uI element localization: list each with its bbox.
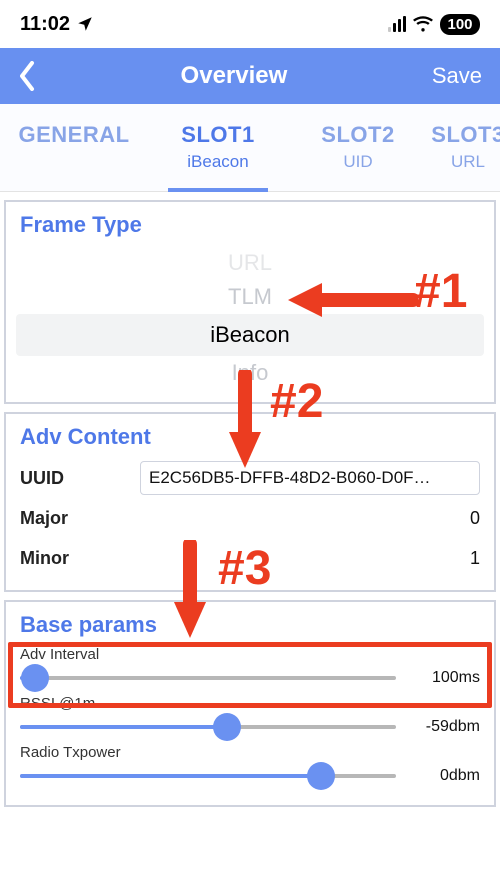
- rssi-label: RSSI @1m: [20, 695, 480, 712]
- back-button[interactable]: [18, 61, 36, 91]
- adv-content-card: Adv Content UUID E2C56DB5-DFFB-48D2-B060…: [4, 412, 496, 592]
- txpower-param: Radio Txpower 0dbm: [20, 744, 480, 785]
- battery-icon: 100: [440, 14, 480, 35]
- cellular-icon: [388, 16, 406, 32]
- tab-slot1[interactable]: SLOT1 iBeacon: [148, 122, 288, 191]
- frame-type-picker[interactable]: URL TLM iBeacon Info: [20, 246, 480, 390]
- adv-interval-param: Adv Interval 100ms: [20, 646, 480, 687]
- tab-label: SLOT1: [148, 122, 288, 148]
- adv-content-title: Adv Content: [20, 424, 480, 450]
- uuid-row: UUID E2C56DB5-DFFB-48D2-B060-D0F…: [20, 458, 480, 498]
- rssi-value: -59dbm: [410, 718, 480, 736]
- navbar: Overview Save: [0, 48, 500, 104]
- tab-slot2[interactable]: SLOT2 UID: [288, 122, 428, 191]
- tab-general[interactable]: GENERAL: [0, 122, 148, 191]
- adv-interval-label: Adv Interval: [20, 646, 480, 663]
- frame-type-card: Frame Type URL TLM iBeacon Info: [4, 200, 496, 404]
- rssi-param: RSSI @1m -59dbm: [20, 695, 480, 736]
- adv-interval-value: 100ms: [410, 669, 480, 687]
- status-bar: 11:02 100: [0, 0, 500, 48]
- tab-sublabel: UID: [288, 152, 428, 172]
- picker-option[interactable]: Info: [20, 356, 480, 390]
- major-row: Major 0: [20, 498, 480, 538]
- major-label: Major: [20, 508, 140, 529]
- save-button[interactable]: Save: [432, 63, 482, 89]
- base-params-card: Base params Adv Interval 100ms RSSI @1m …: [4, 600, 496, 807]
- txpower-label: Radio Txpower: [20, 744, 480, 761]
- location-arrow-icon: [76, 15, 94, 33]
- page-title: Overview: [181, 62, 288, 90]
- minor-row: Minor 1: [20, 538, 480, 578]
- picker-option[interactable]: TLM: [20, 280, 480, 314]
- tab-label: GENERAL: [0, 122, 148, 148]
- tab-label: SLOT3: [428, 122, 500, 148]
- picker-option[interactable]: URL: [20, 246, 480, 280]
- minor-field[interactable]: 1: [140, 548, 480, 569]
- frame-type-title: Frame Type: [20, 212, 480, 238]
- tab-sublabel: iBeacon: [148, 152, 288, 172]
- status-time: 11:02: [20, 13, 70, 36]
- tabbar: GENERAL SLOT1 iBeacon SLOT2 UID SLOT3 UR…: [0, 104, 500, 192]
- tab-sublabel: URL: [428, 152, 500, 172]
- minor-label: Minor: [20, 548, 140, 569]
- base-params-title: Base params: [20, 612, 480, 638]
- txpower-value: 0dbm: [410, 767, 480, 785]
- major-field[interactable]: 0: [140, 508, 480, 529]
- adv-interval-slider[interactable]: [20, 676, 396, 680]
- tab-slot3[interactable]: SLOT3 URL: [428, 122, 500, 191]
- txpower-slider[interactable]: [20, 774, 396, 778]
- rssi-slider[interactable]: [20, 725, 396, 729]
- tab-label: SLOT2: [288, 122, 428, 148]
- uuid-field[interactable]: E2C56DB5-DFFB-48D2-B060-D0F…: [140, 461, 480, 495]
- picker-option-selected[interactable]: iBeacon: [16, 314, 484, 356]
- wifi-icon: [413, 16, 433, 32]
- uuid-label: UUID: [20, 468, 140, 489]
